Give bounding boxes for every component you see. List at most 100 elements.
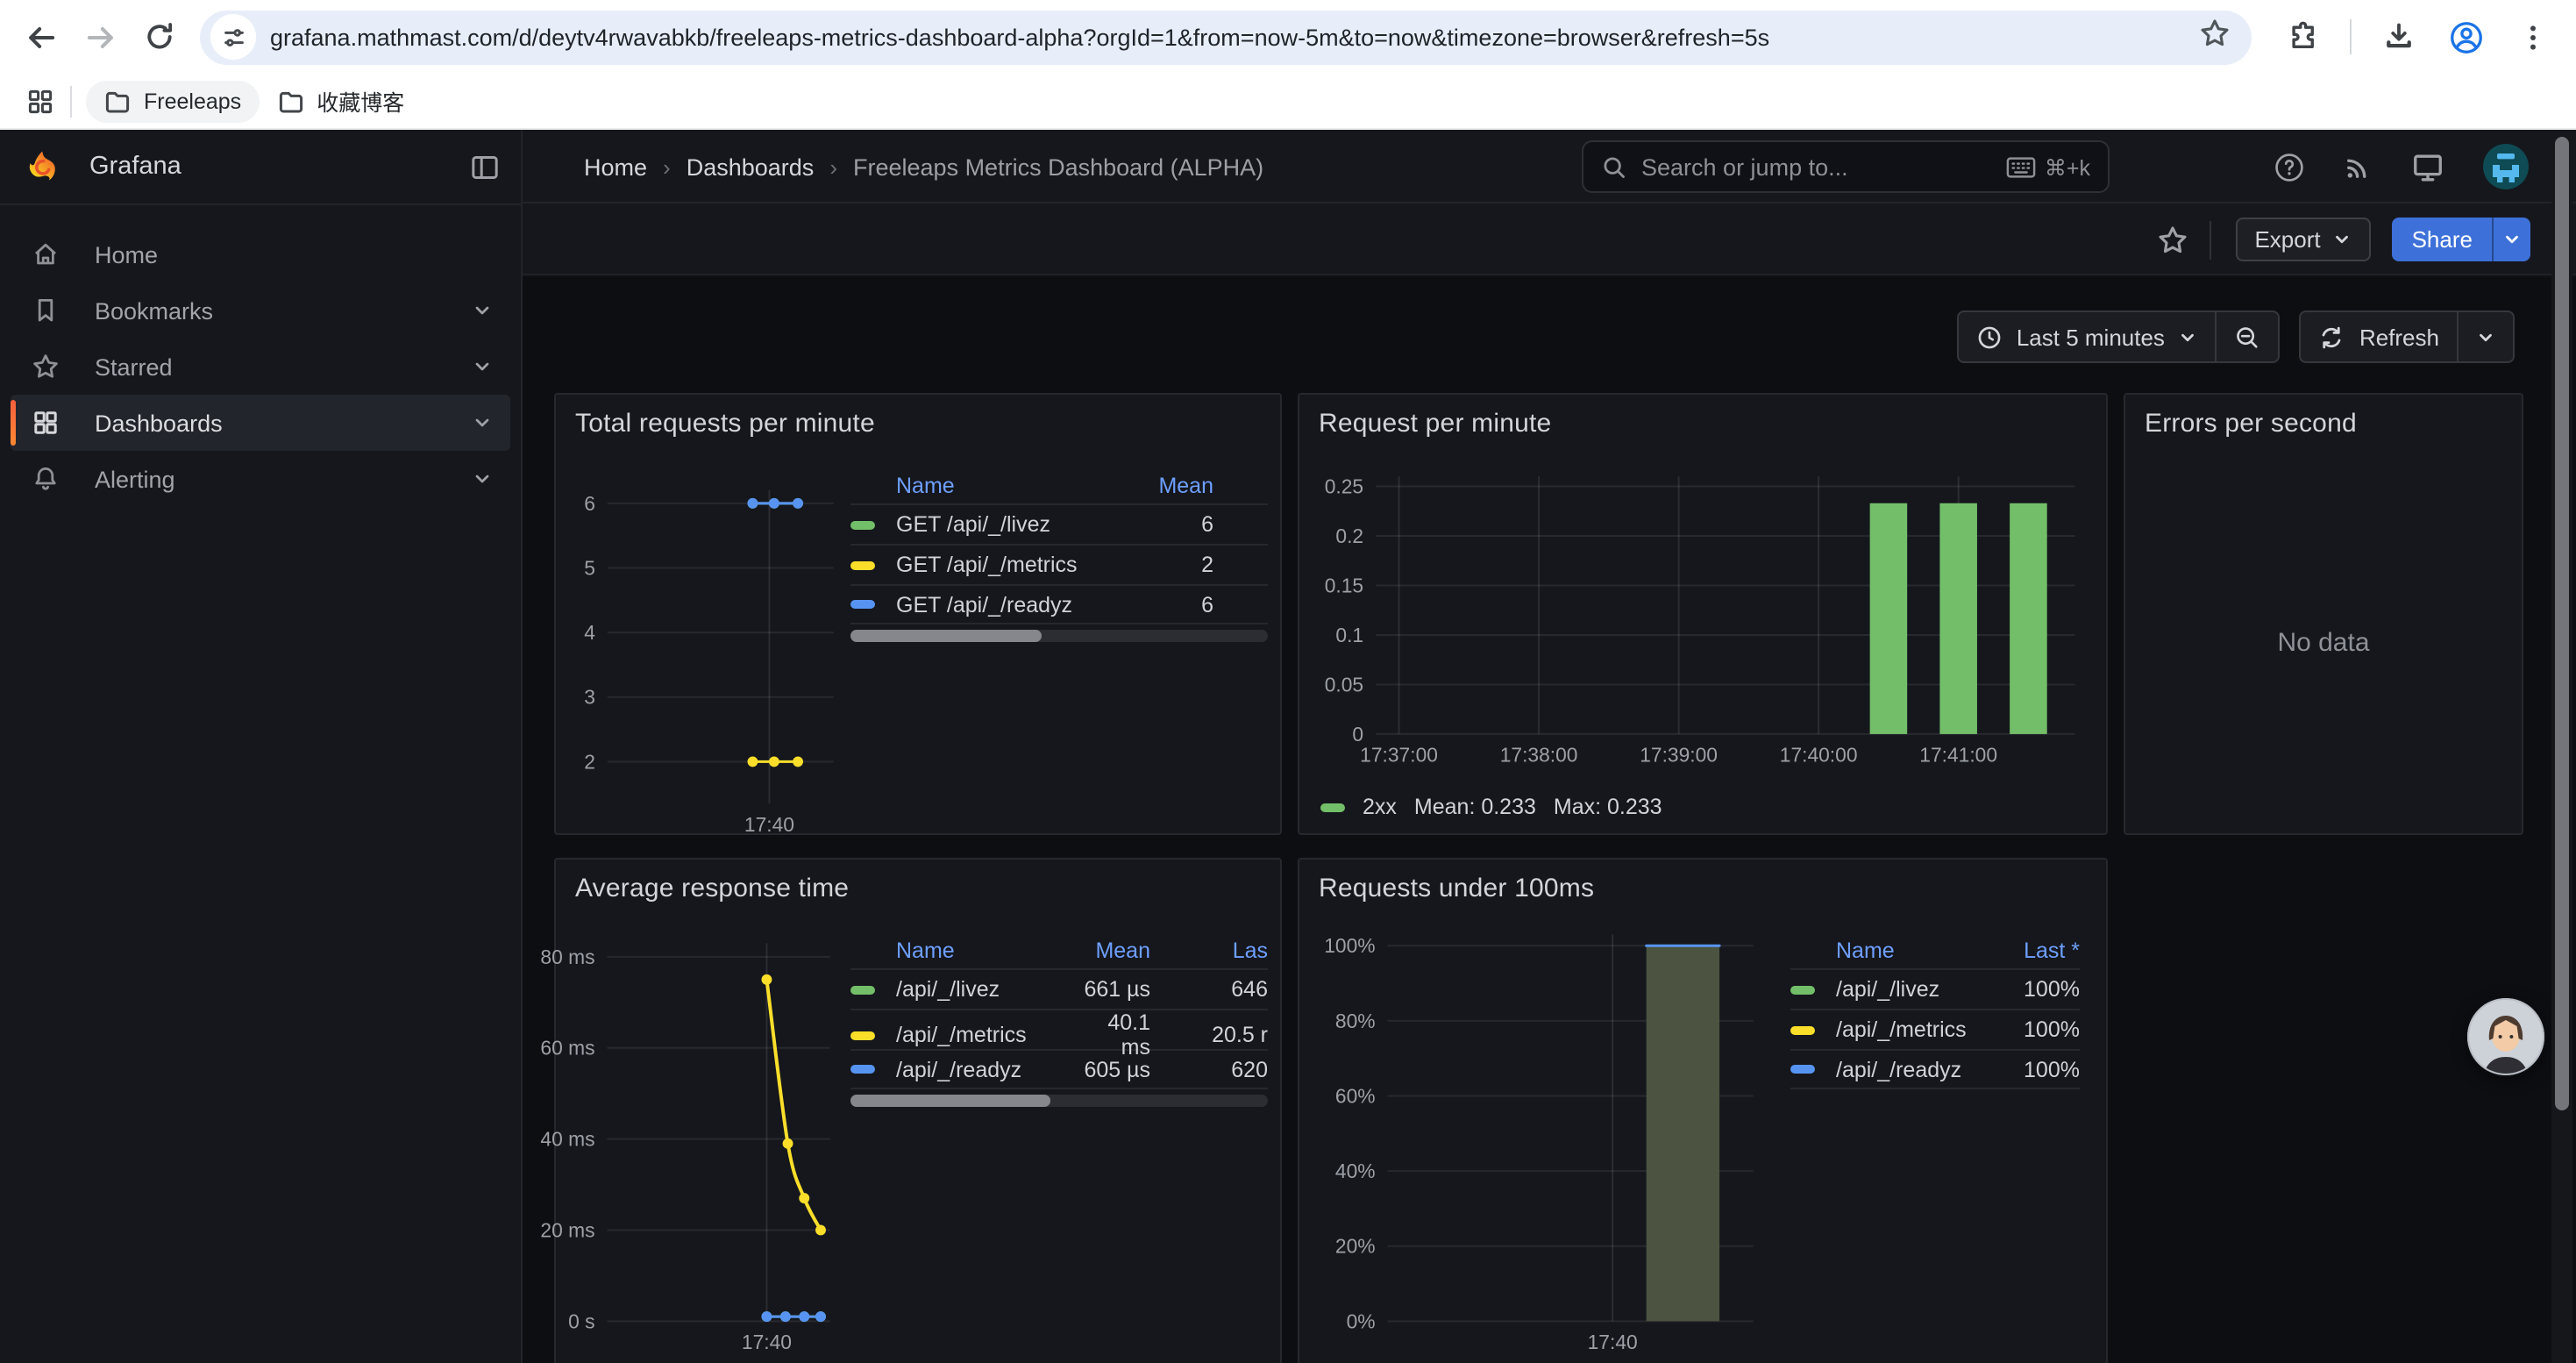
downloads-icon[interactable]	[2369, 7, 2429, 67]
dashboard-toolbar: Export Share	[523, 203, 2576, 275]
forward-button[interactable]	[70, 7, 130, 67]
breadcrumb-separator: ›	[829, 153, 837, 180]
legend-item-2xx[interactable]: 2xx Mean: 0.233 Max: 0.233	[1320, 795, 1662, 819]
browser-menu-icon[interactable]	[2502, 7, 2562, 67]
search-input[interactable]: Search or jump to... ⌘+k	[1582, 140, 2110, 193]
browser-actions	[2273, 7, 2576, 67]
sidebar-item-label: Dashboards	[95, 410, 223, 436]
browser-toolbar: grafana.mathmast.com/d/deytv4rwavabkb/fr…	[0, 0, 2576, 74]
no-data-message: No data	[2125, 628, 2522, 658]
star-icon	[32, 353, 60, 381]
time-controls: Last 5 minutes	[1957, 310, 2515, 363]
svg-text:17:40: 17:40	[742, 1331, 792, 1353]
sidebar-item-alerting[interactable]: Alerting	[11, 451, 510, 507]
refresh-button[interactable]: Refresh	[2302, 312, 2457, 361]
search-icon	[1601, 153, 1627, 180]
url-text[interactable]: grafana.mathmast.com/d/deytv4rwavabkb/fr…	[270, 24, 2185, 50]
chevron-down-icon	[2476, 327, 2495, 346]
bookmark-freeleaps[interactable]: Freeleaps	[86, 80, 259, 122]
legend-header: NameMeanLas	[850, 933, 1268, 968]
legend-table: NameMeanGET /api/_/livez6GET /api/_/metr…	[850, 468, 1268, 624]
svg-text:40%: 40%	[1335, 1160, 1376, 1182]
sidebar-nav: Home Bookmarks Starred	[0, 226, 521, 507]
zoom-out-button[interactable]	[2217, 312, 2279, 361]
refresh-label: Refresh	[2359, 324, 2439, 350]
back-button[interactable]	[11, 7, 70, 67]
svg-text:17:41:00: 17:41:00	[1919, 744, 1997, 767]
chevron-down-icon[interactable]	[472, 412, 493, 433]
panel-errors-per-second: Errors per second No data	[2124, 393, 2523, 835]
share-dropdown-chevron[interactable]	[2492, 218, 2530, 261]
legend-row[interactable]: /api/_/metrics100%	[1790, 1009, 2080, 1049]
export-button[interactable]: Export	[2235, 218, 2371, 261]
extensions-icon[interactable]	[2273, 7, 2332, 67]
dashboard-canvas: Last 5 minutes	[523, 277, 2576, 1363]
breadcrumb-dashboards[interactable]: Dashboards	[687, 153, 815, 180]
legend-scrollbar[interactable]	[850, 630, 1268, 642]
chevron-down-icon[interactable]	[472, 356, 493, 377]
chevron-down-icon[interactable]	[472, 468, 493, 489]
chevron-down-icon	[2179, 327, 2198, 346]
site-info-icon[interactable]	[210, 14, 256, 60]
legend-row[interactable]: GET /api/_/metrics2	[850, 544, 1268, 584]
legend-header: NameMean	[850, 468, 1268, 503]
legend-table: NameMeanLas/api/_/livez661 µs646/api/_/m…	[850, 933, 1268, 1089]
legend-row[interactable]: /api/_/readyz605 µs620	[850, 1049, 1268, 1089]
request-per-minute-chart[interactable]: 00.050.10.150.20.2517:37:0017:38:0017:39…	[1299, 395, 2106, 833]
svg-text:17:40: 17:40	[1588, 1331, 1638, 1353]
svg-text:0 s: 0 s	[568, 1309, 594, 1332]
address-bar[interactable]: grafana.mathmast.com/d/deytv4rwavabkb/fr…	[200, 10, 2252, 64]
legend-scrollbar[interactable]	[850, 1095, 1268, 1107]
panel-title[interactable]: Errors per second	[2145, 409, 2357, 439]
apps-grid-icon[interactable]	[18, 78, 63, 124]
svg-text:0.25: 0.25	[1325, 475, 1363, 497]
svg-text:60%: 60%	[1335, 1084, 1376, 1107]
legend-row[interactable]: /api/_/livez661 µs646	[850, 968, 1268, 1009]
sidebar: Grafana Home Bookmarks	[0, 130, 523, 1363]
svg-text:60 ms: 60 ms	[540, 1037, 594, 1060]
sidebar-item-home[interactable]: Home	[11, 226, 510, 282]
kiosk-monitor-icon[interactable]	[2411, 150, 2444, 183]
svg-text:0.15: 0.15	[1325, 574, 1363, 596]
search-placeholder: Search or jump to...	[1641, 153, 2006, 180]
user-avatar[interactable]	[2481, 142, 2530, 191]
legend-row[interactable]: /api/_/readyz100%	[1790, 1049, 2080, 1089]
chevron-down-icon[interactable]	[472, 300, 493, 321]
series-name: 2xx	[1363, 795, 1397, 819]
svg-text:17:40: 17:40	[744, 813, 794, 836]
sidebar-item-dashboards[interactable]: Dashboards	[11, 395, 510, 451]
svg-text:40 ms: 40 ms	[540, 1128, 594, 1151]
breadcrumb-home[interactable]: Home	[584, 153, 647, 180]
sidebar-item-bookmarks[interactable]: Bookmarks	[11, 282, 510, 339]
profile-icon[interactable]	[2436, 7, 2495, 67]
legend-row[interactable]: /api/_/metrics40.1 ms20.5 r	[850, 1009, 1268, 1049]
folder-icon	[276, 87, 304, 115]
screen: grafana.mathmast.com/d/deytv4rwavabkb/fr…	[0, 0, 2576, 1363]
favorite-star-icon[interactable]	[2156, 224, 2188, 255]
assistant-avatar-widget[interactable]	[2466, 996, 2546, 1077]
clock-icon	[1976, 324, 2003, 350]
bookmarks-divider	[70, 85, 72, 117]
svg-text:17:37:00: 17:37:00	[1360, 744, 1438, 767]
series-max: Max: 0.233	[1554, 795, 1662, 819]
refresh-interval-dropdown[interactable]	[2459, 312, 2513, 361]
reload-button[interactable]	[130, 7, 189, 67]
legend-row[interactable]: GET /api/_/livez6	[850, 503, 1268, 544]
help-icon[interactable]	[2273, 150, 2306, 183]
toolbar-divider	[2209, 220, 2210, 259]
bookmark-icon	[32, 296, 60, 325]
page-scrollbar[interactable]	[2551, 130, 2572, 1363]
scrollbar-thumb[interactable]	[2555, 137, 2569, 1110]
collapse-sidebar-icon[interactable]	[470, 153, 500, 182]
bookmark-star-icon[interactable]	[2199, 17, 2231, 57]
bookmark-blogs[interactable]: 收藏博客	[259, 77, 422, 125]
time-range-picker[interactable]: Last 5 minutes	[1959, 312, 2216, 361]
panel-total-requests-per-minute: Total requests per minute 6543217:40 Nam…	[554, 393, 1282, 835]
news-rss-icon[interactable]	[2343, 151, 2374, 182]
svg-text:80%: 80%	[1335, 1010, 1376, 1032]
legend-row[interactable]: /api/_/livez100%	[1790, 968, 2080, 1009]
grafana-logo[interactable]	[25, 149, 60, 184]
share-button[interactable]: Share	[2393, 218, 2530, 261]
legend-row[interactable]: GET /api/_/readyz6	[850, 584, 1268, 624]
sidebar-item-starred[interactable]: Starred	[11, 339, 510, 395]
